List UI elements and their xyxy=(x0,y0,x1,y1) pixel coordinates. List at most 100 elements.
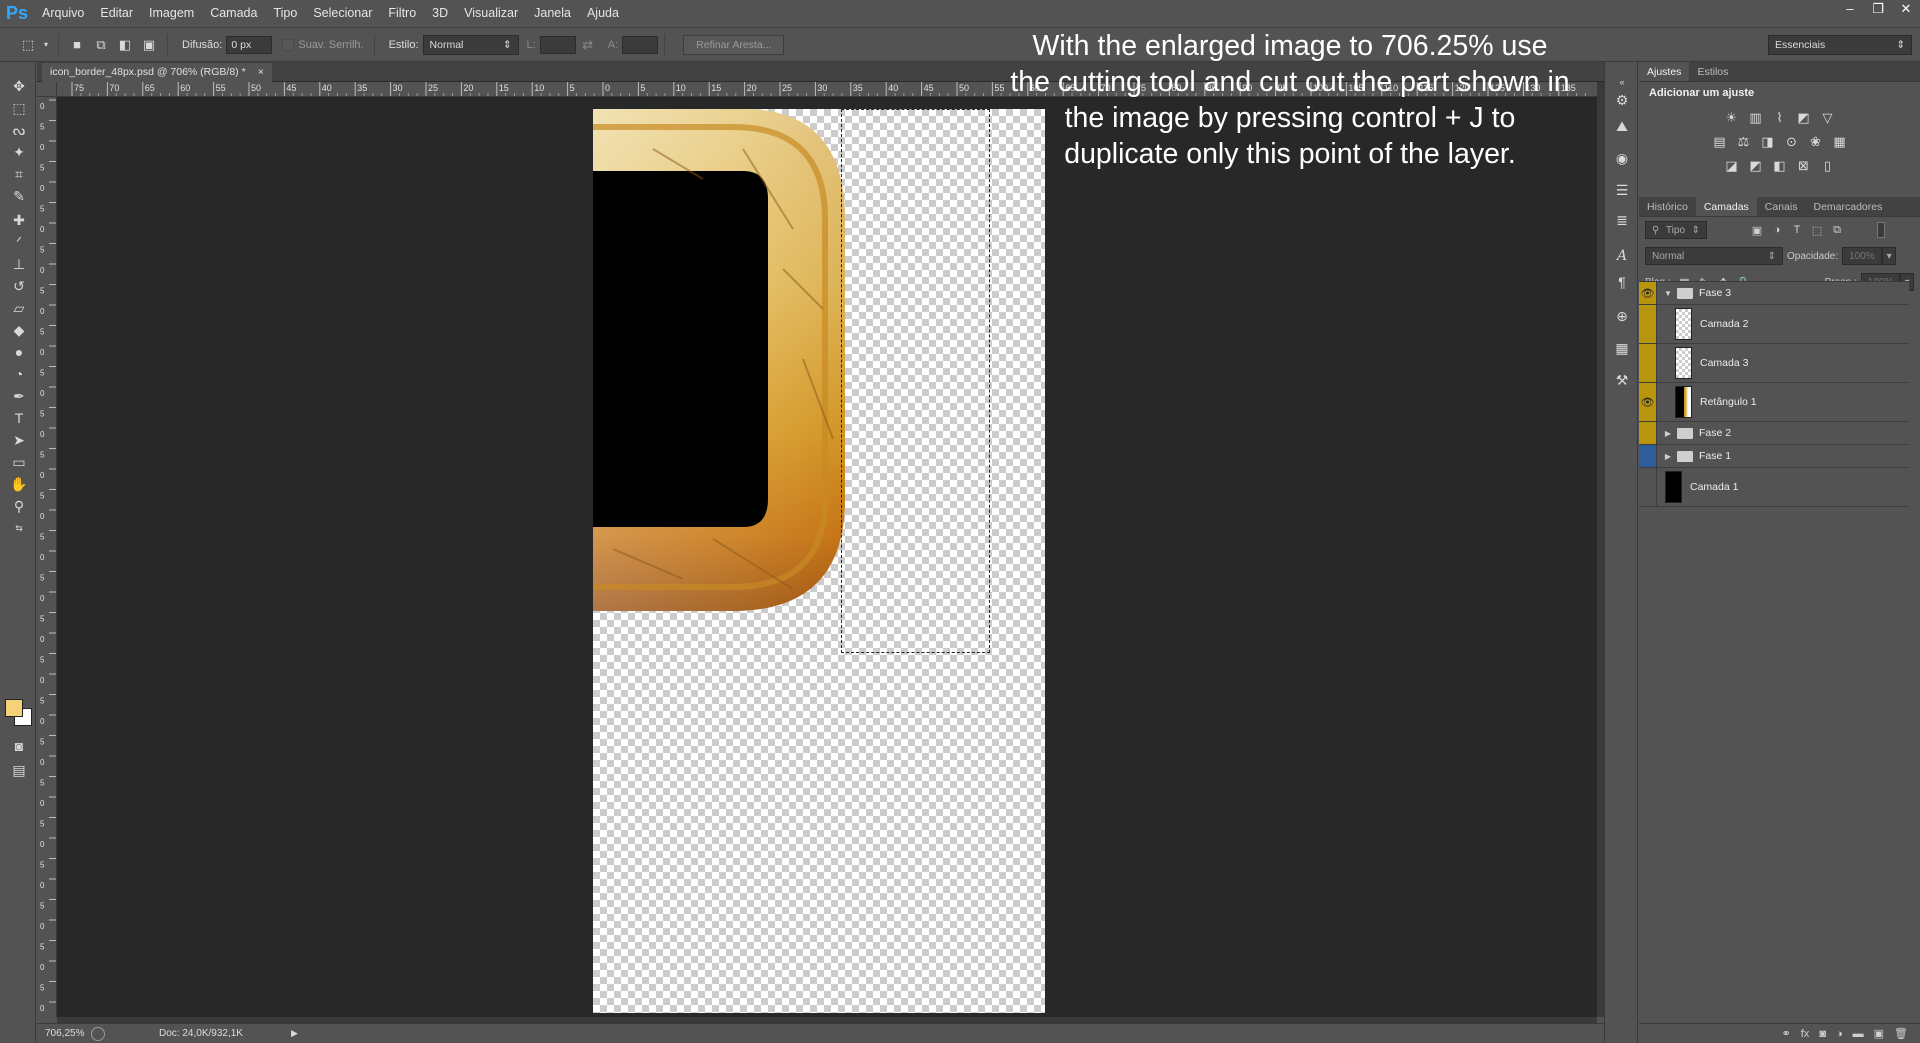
feather-input[interactable] xyxy=(226,35,273,54)
expanded-twirl-icon[interactable]: ▼ xyxy=(1661,289,1675,298)
magic-wand-icon[interactable]: ✦ xyxy=(8,142,30,162)
zoom-level[interactable]: 706,25% xyxy=(37,1028,87,1039)
history-panel-icon[interactable]: ⚙ xyxy=(1612,90,1632,110)
color-lookup-icon[interactable]: ▦ xyxy=(1831,134,1849,150)
vertical-scrollbar[interactable] xyxy=(1597,82,1604,1017)
eyedropper-icon[interactable]: ✎ xyxy=(8,186,30,206)
filter-pixel-icon[interactable]: ▣ xyxy=(1749,222,1765,238)
color-panel-icon[interactable]: ◉ xyxy=(1612,148,1632,168)
swap-icon[interactable]: ⇄ xyxy=(578,35,598,55)
width-input[interactable] xyxy=(539,35,576,54)
3d-panel-icon[interactable]: ⊕ xyxy=(1612,306,1632,326)
pen-icon[interactable]: ✒ xyxy=(8,386,30,406)
quick-mask-icon[interactable]: ◙ xyxy=(8,736,30,756)
close-tab-icon[interactable]: × xyxy=(258,66,264,79)
layer-camada-3[interactable]: Camada 3 xyxy=(1639,344,1909,383)
menu-visualizar[interactable]: Visualizar xyxy=(456,0,526,27)
new-group-icon[interactable]: ▬ xyxy=(1853,1028,1864,1040)
tab-estilos[interactable]: Estilos xyxy=(1689,62,1736,81)
dodge-icon[interactable]: ◔ xyxy=(8,364,30,384)
layer-group-fase-3[interactable]: 👁 ▼ Fase 3 xyxy=(1639,282,1909,305)
selective-color-icon[interactable]: ⊠ xyxy=(1795,158,1813,174)
style-select[interactable]: Normal ⇕ xyxy=(422,34,519,55)
new-selection-icon[interactable]: ■ xyxy=(67,35,87,55)
levels-icon[interactable]: ▥ xyxy=(1747,110,1765,126)
foreground-color-swatch[interactable] xyxy=(5,699,23,717)
layer-style-icon[interactable]: fx xyxy=(1801,1028,1810,1040)
hue-saturation-icon[interactable]: ▤ xyxy=(1711,134,1729,150)
menu-tipo[interactable]: Tipo xyxy=(265,0,305,27)
subtract-selection-icon[interactable]: ◧ xyxy=(115,35,135,55)
visibility-toggle[interactable] xyxy=(1639,422,1657,444)
add-selection-icon[interactable]: ⧉ xyxy=(91,35,111,55)
link-layers-icon[interactable]: ⚭ xyxy=(1782,1027,1791,1040)
eraser-icon[interactable]: ▱ xyxy=(8,298,30,318)
trash-icon[interactable]: 🗑 xyxy=(1894,1027,1908,1040)
chevron-down-icon[interactable]: ▾ xyxy=(42,35,50,55)
minimize-button[interactable]: – xyxy=(1836,0,1864,20)
menu-arquivo[interactable]: Arquivo xyxy=(34,0,92,27)
marquee-preset-icon[interactable]: ⬚ xyxy=(18,35,38,55)
opacity-input[interactable]: 100% xyxy=(1842,247,1883,265)
menu-imagem[interactable]: Imagem xyxy=(141,0,202,27)
info-panel-icon[interactable]: ⛰ xyxy=(1612,116,1632,136)
path-selection-icon[interactable]: ➤ xyxy=(8,430,30,450)
threshold-icon[interactable]: ◧ xyxy=(1771,158,1789,174)
posterize-icon[interactable]: ◩ xyxy=(1747,158,1765,174)
properties-panel-icon[interactable]: ≣ xyxy=(1612,210,1632,230)
selection-marquee[interactable] xyxy=(841,109,990,653)
rectangle-icon[interactable]: ▭ xyxy=(8,452,30,472)
menu-3d[interactable]: 3D xyxy=(424,0,456,27)
antialias-checkbox[interactable] xyxy=(282,38,295,51)
tab-historico[interactable]: Histórico xyxy=(1639,197,1696,216)
color-balance-icon[interactable]: ⚖ xyxy=(1735,134,1753,150)
filter-adjustment-icon[interactable]: ◑ xyxy=(1769,222,1785,238)
tab-demarcadores[interactable]: Demarcadores xyxy=(1805,197,1890,216)
canvas-area[interactable] xyxy=(57,97,1597,1017)
filter-smart-icon[interactable]: ⧉ xyxy=(1829,222,1845,238)
close-button[interactable]: ✕ xyxy=(1892,0,1920,20)
intersect-selection-icon[interactable]: ▣ xyxy=(139,35,159,55)
ruler-origin[interactable] xyxy=(37,82,57,97)
timeline-panel-icon[interactable]: ▦ xyxy=(1612,338,1632,358)
channel-mixer-icon[interactable]: ❀ xyxy=(1807,134,1825,150)
restore-button[interactable]: ❐ xyxy=(1864,0,1892,20)
layer-retangulo-1[interactable]: 👁 Retângulo 1 xyxy=(1639,383,1909,422)
healing-brush-icon[interactable]: ✚ xyxy=(8,210,30,230)
height-input[interactable] xyxy=(622,35,659,54)
play-arrow-icon[interactable]: ▶ xyxy=(291,1028,298,1039)
visibility-toggle[interactable] xyxy=(1639,468,1657,506)
history-brush-icon[interactable]: ↺ xyxy=(8,276,30,296)
brush-icon[interactable]: ᐟ xyxy=(8,232,30,252)
collapsed-twirl-icon[interactable]: ▶ xyxy=(1661,429,1675,438)
chevron-down-icon[interactable]: ▾ xyxy=(1882,247,1897,265)
menu-camada[interactable]: Camada xyxy=(202,0,265,27)
curves-icon[interactable]: ⌇ xyxy=(1771,110,1789,126)
new-layer-icon[interactable]: ▣ xyxy=(1874,1027,1884,1040)
stamp-icon[interactable]: ⊥ xyxy=(8,254,30,274)
filter-toggle[interactable] xyxy=(1877,222,1885,238)
paint-bucket-icon[interactable]: ◆ xyxy=(8,320,30,340)
screen-mode-icon[interactable]: ▤ xyxy=(8,760,30,780)
menu-selecionar[interactable]: Selecionar xyxy=(305,0,380,27)
crop-icon[interactable]: ⌗ xyxy=(8,164,30,184)
blur-icon[interactable]: ● xyxy=(8,342,30,362)
layer-filter-select[interactable]: ⚲ Tipo ⇕ xyxy=(1645,221,1707,239)
info-icon[interactable] xyxy=(91,1026,105,1041)
exposure-icon[interactable]: ◩ xyxy=(1795,110,1813,126)
collapsed-twirl-icon[interactable]: ▶ xyxy=(1661,452,1675,461)
eye-icon[interactable]: 👁 xyxy=(1639,383,1657,421)
filter-type-icon[interactable]: T xyxy=(1789,222,1805,238)
brush-presets-icon[interactable]: ☰ xyxy=(1612,180,1632,200)
menu-janela[interactable]: Janela xyxy=(526,0,579,27)
workspace-select[interactable]: Essenciais ⇕ xyxy=(1768,35,1912,55)
vertical-ruler[interactable]: 0 5 0 5 0 5 0 5 0 5 0 5 0 5 0 5 0 5 0 5 0 5 0 5 0 5 0 5 0 5 0 5 0 5 0 5 0 5 0 5… xyxy=(37,97,57,1017)
add-mask-icon[interactable]: ◙ xyxy=(1819,1028,1826,1040)
layer-group-fase-2[interactable]: ▶ Fase 2 xyxy=(1639,422,1909,445)
tab-ajustes[interactable]: Ajustes xyxy=(1639,62,1690,81)
black-white-icon[interactable]: ◨ xyxy=(1759,134,1777,150)
zoom-icon[interactable]: ⚲ xyxy=(8,496,30,516)
swap-colors-icon[interactable]: ⇆ xyxy=(8,518,30,538)
new-adjustment-icon[interactable]: ◑ xyxy=(1836,1028,1843,1040)
vibrance-icon[interactable]: ▽ xyxy=(1819,110,1837,126)
